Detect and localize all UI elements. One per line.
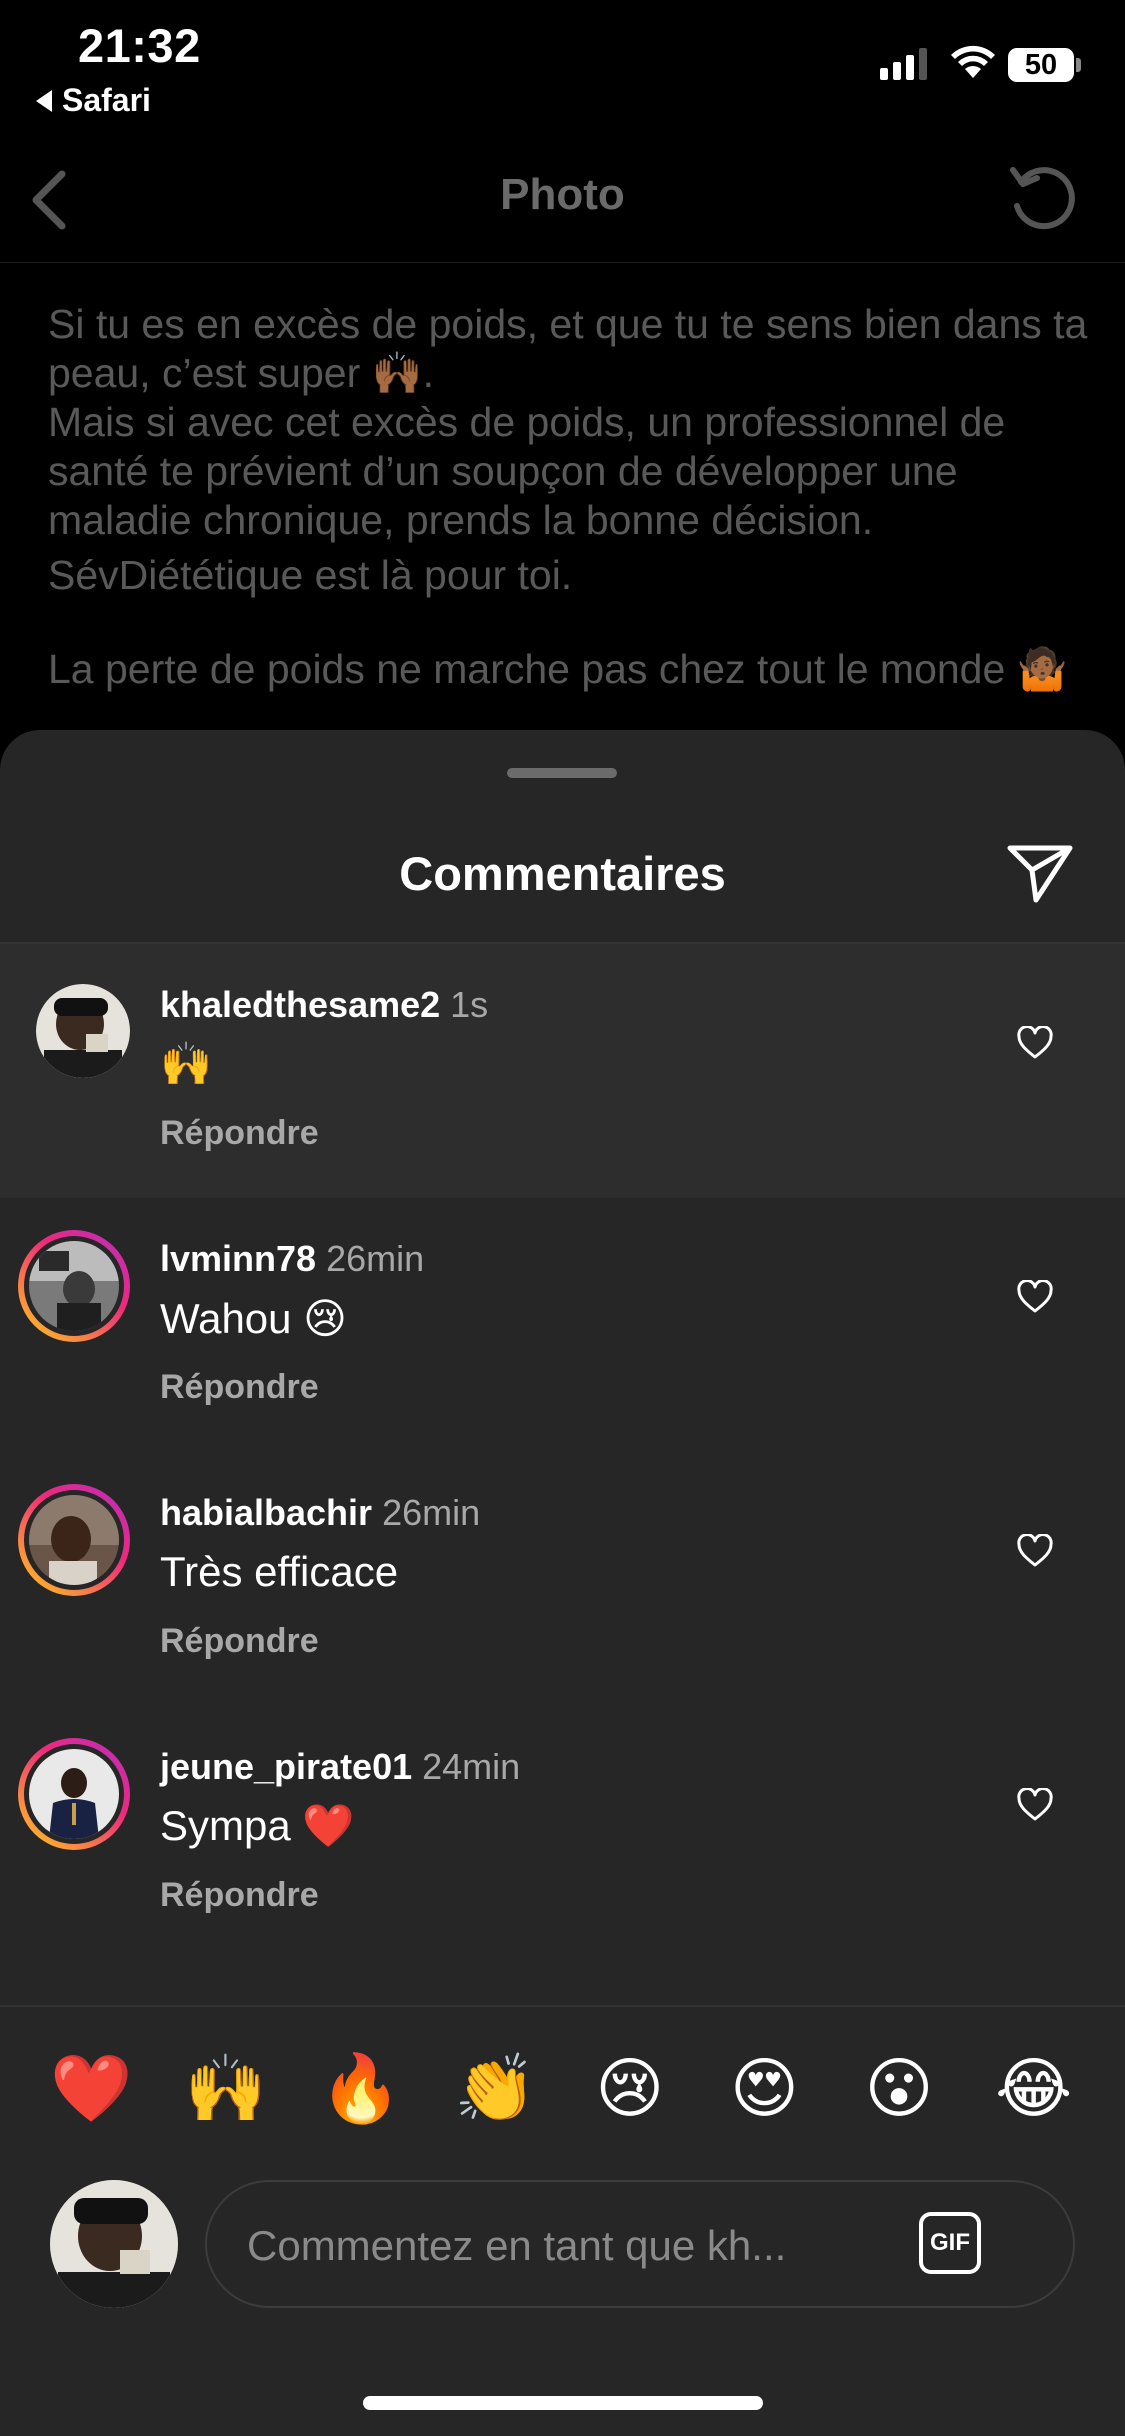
comment-item: khaledthesame2 1s 🙌 Répondre	[0, 944, 1125, 1198]
post-caption: Si tu es en excès de poids, et que tu te…	[48, 300, 1088, 694]
comment-username[interactable]: lvminn78	[160, 1238, 316, 1279]
avatar-ring-gap	[24, 1490, 124, 1590]
wifi-icon	[950, 44, 996, 85]
heart-icon[interactable]	[1016, 1279, 1054, 1319]
back-to-app-link[interactable]: Safari	[36, 82, 151, 119]
avatar[interactable]	[36, 984, 130, 1078]
sheet-drag-handle[interactable]	[507, 768, 617, 778]
battery-tip	[1076, 58, 1081, 72]
current-user-avatar	[50, 2180, 178, 2308]
reaction-heart[interactable]: ❤️	[46, 2048, 136, 2128]
avatar-story-ring[interactable]	[18, 1230, 130, 1342]
heart-icon[interactable]	[1016, 1533, 1054, 1573]
comment-time: 1s	[450, 984, 489, 1025]
comment-item: habialbachir 26min Très efficace Répondre	[0, 1452, 1125, 1706]
caption-line: Mais si avec cet excès de poids, un prof…	[48, 399, 1006, 543]
page-title: Photo	[500, 170, 625, 219]
refresh-icon[interactable]	[1005, 162, 1081, 243]
reaction-heart-eyes[interactable]: 😍	[719, 2048, 809, 2128]
back-triangle-icon	[36, 89, 52, 112]
heart-icon[interactable]	[1016, 1787, 1054, 1827]
heart-icon[interactable]	[1016, 1025, 1054, 1065]
avatar-photo	[36, 984, 130, 1078]
avatar-photo	[29, 1749, 119, 1839]
comment-item: lvminn78 26min Wahou 😢 Répondre	[0, 1198, 1125, 1452]
comment-item: jeune_pirate01 24min Sympa ❤️ Répondre	[0, 1706, 1125, 1960]
comment-time: 24min	[422, 1746, 521, 1787]
comment-username[interactable]: jeune_pirate01	[160, 1746, 412, 1787]
comment-input[interactable]	[245, 2212, 889, 2280]
reply-button[interactable]: Répondre	[160, 1114, 319, 1153]
home-indicator[interactable]	[363, 2396, 763, 2410]
avatar-story-ring[interactable]	[18, 1484, 130, 1596]
cellular-signal-icon	[880, 48, 927, 80]
comment-header: khaledthesame2 1s	[160, 984, 488, 1026]
reaction-laughing[interactable]: 😂	[989, 2048, 1079, 2128]
caption-line: Si tu es en excès de poids, et que tu te…	[48, 301, 1088, 396]
avatar-story-ring[interactable]	[18, 1738, 130, 1850]
caption-line: La perte de poids ne marche pas chez tou…	[48, 646, 1068, 692]
comment-header: lvminn78 26min	[160, 1238, 424, 1280]
status-time: 21:32	[78, 19, 201, 72]
reaction-fire[interactable]: 🔥	[316, 2048, 406, 2128]
comment-time: 26min	[382, 1492, 481, 1533]
gif-button[interactable]: GIF	[919, 2212, 981, 2274]
quick-reaction-bar: ❤️ 🙌 🔥 👏 😢 😍 😮 😂	[0, 2048, 1125, 2128]
avatar-photo	[29, 1241, 119, 1331]
comment-time: 26min	[326, 1238, 425, 1279]
reply-button[interactable]: Répondre	[160, 1876, 319, 1915]
comment-username[interactable]: habialbachir	[160, 1492, 372, 1533]
comments-title: Commentaires	[399, 847, 726, 900]
caption-line: SévDiététique est là pour toi.	[48, 552, 573, 598]
reply-button[interactable]: Répondre	[160, 1622, 319, 1661]
battery-level: 50	[1024, 48, 1058, 81]
reaction-crying[interactable]: 😢	[585, 2048, 675, 2128]
back-app-label: Safari	[62, 82, 151, 118]
comment-header: jeune_pirate01 24min	[160, 1746, 520, 1788]
battery-indicator: 50	[1008, 48, 1074, 82]
comment-composer: GIF	[205, 2180, 1075, 2308]
comment-text: Très efficace	[160, 1548, 399, 1595]
comment-username[interactable]: khaledthesame2	[160, 984, 440, 1025]
comment-text: 🙌	[160, 1040, 213, 1087]
avatar-photo	[29, 1495, 119, 1585]
avatar-ring-gap	[24, 1236, 124, 1336]
reaction-clap[interactable]: 👏	[450, 2048, 540, 2128]
comment-text: Sympa ❤️	[160, 1802, 355, 1849]
comment-header: habialbachir 26min	[160, 1492, 480, 1534]
header-divider	[0, 262, 1125, 263]
reaction-raised-hands[interactable]: 🙌	[181, 2048, 271, 2128]
comment-text: Wahou 😢	[160, 1295, 347, 1342]
share-send-icon[interactable]	[1006, 842, 1074, 909]
reply-button[interactable]: Répondre	[160, 1368, 319, 1407]
avatar-ring-gap	[24, 1744, 124, 1844]
composer-divider	[0, 2005, 1125, 2007]
reaction-surprised[interactable]: 😮	[854, 2048, 944, 2128]
